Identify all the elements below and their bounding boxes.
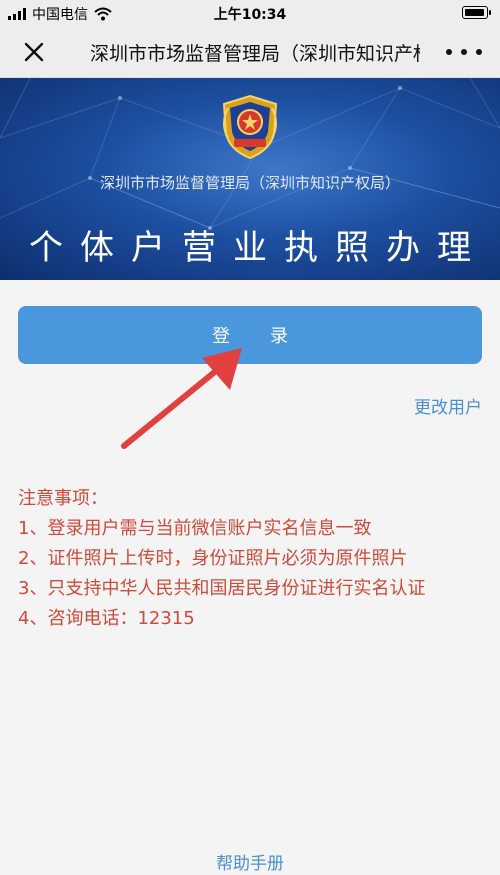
status-bar: 中国电信 上午10:34 [0, 0, 500, 26]
note-item: 1、登录用户需与当前微信账户实名信息一致 [18, 518, 372, 539]
help-manual-link[interactable]: 帮助手册 [0, 849, 500, 874]
status-time: 上午10:34 [213, 7, 287, 23]
arrow-annotation [121, 348, 242, 449]
change-user-link[interactable]: 更改用户 [414, 393, 482, 418]
emblem-logo [222, 94, 278, 160]
notes-section: 注意事项： 1、登录用户需与当前微信账户实名信息一致 2、证件照片上传时，身份证… [18, 484, 488, 634]
note-item: 3、只支持中华人民共和国居民身份证进行实名认证 [18, 578, 426, 599]
close-icon[interactable] [18, 36, 50, 68]
notes-heading: 注意事项： [18, 488, 108, 509]
note-item: 2、证件照片上传时，身份证照片必须为原件照片 [18, 548, 408, 569]
nav-bar: 深圳市市场监督管理局（深圳市知识产权局） [0, 26, 500, 78]
more-icon[interactable] [446, 38, 482, 66]
header-banner: 深圳市市场监督管理局（深圳市知识产权局） 个体户营业执照办理 [0, 78, 500, 280]
page-title: 深圳市市场监督管理局（深圳市知识产权局） [90, 43, 420, 65]
note-item: 4、咨询电话：12315 [18, 608, 195, 629]
organization-name: 深圳市市场监督管理局（深圳市知识产权局） [99, 174, 400, 192]
battery-icon [462, 6, 491, 19]
banner-title: 个体户营业执照办理 [29, 228, 488, 268]
